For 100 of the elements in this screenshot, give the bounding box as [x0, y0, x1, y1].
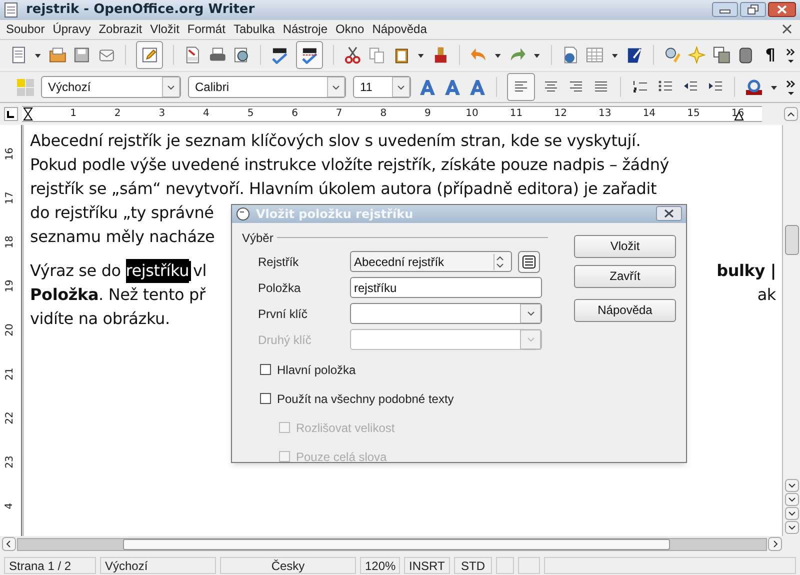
- dropdown-caret-icon[interactable]: [520, 304, 541, 324]
- ruler-number: 11: [510, 106, 523, 121]
- cut-icon[interactable]: [344, 46, 362, 64]
- menu-item[interactable]: Formát: [183, 20, 230, 38]
- dropdown-caret-icon[interactable]: [34, 51, 42, 60]
- scrollbar-thumb[interactable]: [123, 538, 670, 550]
- checkbox-label: Použít na všechny podobné texty: [277, 390, 454, 408]
- scroll-right-icon[interactable]: [768, 537, 782, 552]
- group-label: Výběr: [242, 230, 274, 247]
- ruler-number: 13: [598, 106, 612, 121]
- indent-marker-icon[interactable]: [23, 106, 33, 121]
- paste-icon[interactable]: [392, 46, 410, 64]
- align-left-icon[interactable]: [507, 72, 535, 101]
- dropdown-caret-icon[interactable]: [494, 51, 502, 60]
- scroll-up-icon[interactable]: [784, 106, 798, 121]
- status-field: Česky: [220, 556, 356, 574]
- checkbox-label: Pouze celá slova: [296, 448, 387, 466]
- dropdown-caret-icon[interactable]: [610, 51, 619, 60]
- text-line: rejstřík se „sám“ nevytvoří. Hlavním úkolem autora (případně editora) je zařadit: [30, 178, 657, 200]
- scroll-left-icon[interactable]: [2, 537, 16, 552]
- formatting-marks-button[interactable]: ¶: [761, 43, 780, 68]
- dropdown-caret-icon[interactable]: [417, 51, 425, 60]
- underline-icon[interactable]: [468, 78, 486, 96]
- autospellcheck-icon[interactable]: [296, 41, 324, 70]
- dialog-button[interactable]: Vložit: [574, 234, 676, 258]
- highlight-icon[interactable]: [745, 78, 763, 96]
- menu-item[interactable]: Zobrazit: [94, 20, 146, 38]
- checkbox[interactable]: [260, 393, 271, 404]
- folder-icon[interactable]: [49, 46, 66, 64]
- checkbox-label: Hlavní položka: [277, 362, 356, 379]
- status-field: [518, 556, 540, 574]
- text-line: seznamu měly nacháze: [30, 226, 215, 248]
- menu-item[interactable]: Nápověda: [368, 20, 431, 38]
- pdf-icon[interactable]: [184, 46, 202, 64]
- status-field: INSRT: [404, 556, 450, 574]
- dropdown-caret-icon[interactable]: [533, 51, 542, 60]
- copy-icon[interactable]: [368, 46, 386, 64]
- ruler-number: 17: [4, 191, 16, 204]
- italic-icon[interactable]: [443, 78, 461, 96]
- ruler-number: 15: [687, 106, 700, 121]
- status-field: STD: [454, 556, 492, 574]
- ruler-number: 19: [4, 279, 16, 292]
- drawing-icon[interactable]: [626, 46, 643, 64]
- font-dropdown[interactable]: Calibri: [188, 76, 346, 98]
- restore-icon[interactable]: [740, 2, 766, 18]
- status-field: Strana 1 / 2: [4, 556, 96, 574]
- status-field: 120%: [360, 556, 400, 574]
- dialog-button[interactable]: Nápověda: [574, 298, 676, 322]
- text-field[interactable]: rejstříku: [350, 277, 542, 298]
- more-chevron-icon[interactable]: [786, 47, 796, 64]
- ruler-number: 6: [292, 106, 298, 121]
- close-icon[interactable]: [656, 206, 682, 222]
- menu-item[interactable]: Úpravy: [48, 20, 95, 38]
- ruler-number: 3: [158, 106, 166, 121]
- scroll-down-icon[interactable]: [784, 479, 798, 492]
- menu-item[interactable]: Nástroje: [278, 20, 332, 38]
- dialog-title: Vložit položku rejstříku: [256, 206, 414, 223]
- vertical-scrollbar[interactable]: [782, 124, 800, 536]
- field-label: Položka: [258, 280, 302, 297]
- menu-item[interactable]: Tabulka: [229, 20, 279, 38]
- bold-icon[interactable]: [418, 78, 436, 96]
- dropdown-caret-icon[interactable]: [162, 76, 180, 97]
- ruler-number: 1: [70, 106, 76, 121]
- star-icon[interactable]: [688, 46, 706, 64]
- horizontal-scrollbar[interactable]: [17, 538, 767, 551]
- style-dropdown[interactable]: Výchozí: [41, 76, 181, 98]
- ruler-number: 21: [4, 367, 16, 380]
- font-size-dropdown[interactable]: 11: [353, 76, 411, 98]
- spellcheck-icon[interactable]: [271, 46, 289, 64]
- menu-item[interactable]: Vložit: [146, 20, 184, 38]
- close-icon[interactable]: [782, 24, 792, 34]
- text-line: Položka. Než tento př: [30, 284, 206, 306]
- scrollbar-thumb[interactable]: [784, 224, 798, 255]
- frames-icon[interactable]: [712, 46, 730, 64]
- list-icon[interactable]: [518, 250, 540, 273]
- combo-field[interactable]: [350, 303, 542, 324]
- ruler-number: 18: [4, 235, 16, 248]
- find-icon[interactable]: [664, 46, 682, 64]
- text-line: ak: [757, 284, 776, 306]
- dialog-button[interactable]: Zavřít: [574, 264, 676, 288]
- edit-file-icon[interactable]: [136, 41, 164, 70]
- more-chevron-icon[interactable]: [786, 78, 796, 95]
- text-cursor: [189, 260, 192, 281]
- new-document-icon[interactable]: [10, 46, 28, 64]
- menu-item[interactable]: Soubor: [2, 20, 49, 38]
- close-icon[interactable]: [768, 2, 796, 18]
- menu-item[interactable]: Okno: [332, 20, 368, 38]
- page-preview-icon[interactable]: [233, 46, 250, 64]
- ruler-number: 9: [424, 106, 431, 121]
- table-icon[interactable]: [586, 46, 604, 64]
- minimize-icon[interactable]: [712, 2, 738, 18]
- dropdown-caret-icon[interactable]: [392, 76, 410, 97]
- tab-stop-icon[interactable]: [4, 106, 18, 121]
- text-line: vidíte na obrázku.: [30, 308, 170, 330]
- save-icon[interactable]: [73, 46, 91, 64]
- hyperlink-icon[interactable]: [562, 46, 580, 64]
- dropdown-caret-icon[interactable]: [327, 76, 345, 97]
- spin-field[interactable]: Abecední rejstřík: [350, 251, 512, 272]
- checkbox[interactable]: [260, 364, 271, 376]
- text-line: vl: [193, 260, 207, 282]
